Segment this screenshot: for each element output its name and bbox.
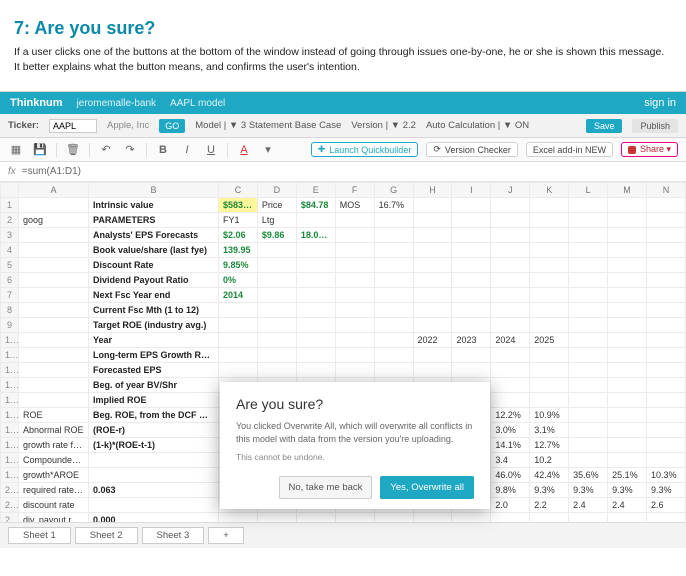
page-title: 7: Are you sure? [14, 18, 672, 39]
modal-title: Are you sure? [236, 396, 474, 412]
modal-body: You clicked Overwrite All, which will ov… [236, 420, 474, 445]
confirm-button[interactable]: Yes, Overwrite all [380, 476, 474, 499]
modal-warning: This cannot be undone. [236, 452, 474, 464]
spreadsheet-app: Thinknum jeromemalle-bank AAPL model sig… [0, 91, 686, 548]
cancel-button[interactable]: No, take me back [279, 476, 373, 499]
page-description: If a user clicks one of the buttons at t… [14, 45, 672, 75]
confirm-modal: Are you sure? You clicked Overwrite All,… [220, 382, 490, 508]
